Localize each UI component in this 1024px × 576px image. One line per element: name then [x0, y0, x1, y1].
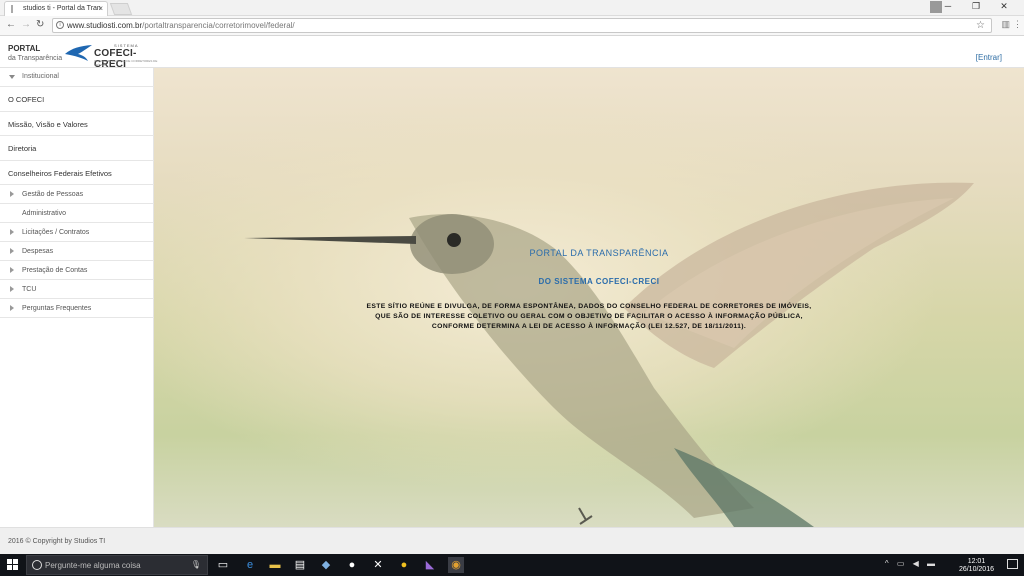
- caret-right-icon: [10, 229, 14, 235]
- back-icon[interactable]: ←: [6, 19, 16, 30]
- web-page: PORTAL da Transparência SISTEMA COFECI-C…: [0, 37, 1024, 554]
- cofeci-logo[interactable]: SISTEMA COFECI-CRECI CONSELHO FEDERAL DE…: [64, 42, 158, 70]
- caret-right-icon: [10, 267, 14, 273]
- visual-studio-icon[interactable]: ◣: [422, 557, 438, 573]
- hero-subtitle: DO SISTEMA COFECI-CRECI: [538, 277, 660, 286]
- sidebar-item-label: Gestão de Pessoas: [22, 191, 84, 198]
- hero-title: PORTAL DA TRANSPARÊNCIA: [529, 248, 669, 258]
- tab-title: studios ti - Portal da Tran: [23, 5, 101, 12]
- url-field[interactable]: i www.studiosti.com.br/portaltransparenc…: [52, 18, 992, 33]
- sidebar-item-despesas[interactable]: Despesas: [0, 242, 154, 261]
- taskbar-search-input[interactable]: Pergunte-me alguma coisa 🎙: [26, 555, 208, 575]
- sidebar-item-o-cofeci[interactable]: O COFECI: [0, 87, 154, 112]
- favicon-icon: [11, 5, 18, 13]
- sidebar-section-label: Institucional: [22, 73, 59, 80]
- sidebar-item-label: TCU: [22, 286, 37, 293]
- portal-subtitle: da Transparência: [8, 55, 63, 62]
- sidebar: Institucional O COFECI Missão, Visão e V…: [0, 68, 154, 527]
- sidebar-item-licitacoes[interactable]: Licitações / Contratos: [0, 223, 154, 242]
- url-path: /portaltransparencia/corretorimovel/fede…: [142, 21, 295, 30]
- browser-tab-bar: studios ti - Portal da Tran × ─ ❐ ✕: [0, 0, 1024, 16]
- copyright-text: 2016 © Copyright by Studios TI: [8, 538, 106, 545]
- browser-tab[interactable]: studios ti - Portal da Tran ×: [4, 1, 108, 16]
- window-controls: ─ ❐ ✕: [934, 1, 1018, 12]
- caret-down-icon: [9, 75, 15, 79]
- caret-right-icon: [10, 305, 14, 311]
- sidebar-item-diretoria[interactable]: Diretoria: [0, 136, 154, 161]
- sidebar-item-gestao-pessoas[interactable]: Gestão de Pessoas: [0, 185, 154, 204]
- reload-icon[interactable]: ↻: [36, 19, 44, 30]
- taskbar: Pergunte-me alguma coisa 🎙 ▭ e ▬ ▤ ◆ ● ✕…: [0, 554, 1024, 576]
- notification-icon[interactable]: [1007, 559, 1018, 569]
- sidebar-item-administrativo[interactable]: Administrativo: [0, 204, 154, 223]
- sidebar-item-label: Despesas: [22, 248, 54, 255]
- sidebar-item-tcu[interactable]: TCU: [0, 280, 154, 299]
- sidebar-item-label: Missão, Visão e Valores: [8, 119, 88, 129]
- bookmark-star-icon[interactable]: ☆: [976, 20, 985, 31]
- start-button[interactable]: [7, 559, 19, 571]
- sidebar-item-label: Conselheiros Federais Efetivos: [8, 168, 112, 178]
- address-bar: ← → ↻ i www.studiosti.com.br/portaltrans…: [0, 16, 1024, 36]
- info-icon[interactable]: i: [56, 21, 64, 29]
- clock-date: 26/10/2016: [958, 566, 994, 573]
- portal-title: PORTAL: [8, 44, 41, 53]
- app-icon[interactable]: ●: [396, 557, 412, 573]
- chrome-icon[interactable]: ◉: [448, 557, 464, 573]
- caret-right-icon: [10, 286, 14, 292]
- sidebar-item-prestacao-contas[interactable]: Prestação de Contas: [0, 261, 154, 280]
- url-domain: www.studiosti.com.br: [67, 21, 143, 30]
- search-placeholder: Pergunte-me alguma coisa: [45, 561, 141, 570]
- login-link[interactable]: [Entrar]: [976, 53, 1002, 62]
- sidebar-item-perguntas[interactable]: Perguntas Frequentes: [0, 299, 154, 318]
- sidebar-item-conselheiros[interactable]: Conselheiros Federais Efetivos: [0, 161, 154, 185]
- hero-text-line: CONFORME DETERMINA A LEI DE ACESSO À INF…: [431, 323, 747, 330]
- sidebar-item-missao[interactable]: Missão, Visão e Valores: [0, 112, 154, 136]
- sidebar-section-institucional[interactable]: Institucional: [0, 68, 154, 87]
- store-icon[interactable]: ▤: [292, 557, 308, 573]
- sidebar-item-label: Administrativo: [22, 210, 66, 217]
- caret-right-icon: [10, 248, 14, 254]
- edge-icon[interactable]: e: [242, 557, 258, 573]
- new-tab-button[interactable]: [109, 3, 133, 15]
- restore-icon[interactable]: ❐: [962, 1, 990, 12]
- hero-text-line: QUE SÃO DE INTERESSE COLETIVO OU GERAL C…: [375, 313, 803, 320]
- file-explorer-icon[interactable]: ▬: [267, 557, 283, 573]
- tab-close-icon[interactable]: ×: [98, 4, 103, 13]
- caret-right-icon: [10, 191, 14, 197]
- logo-tagline: CONSELHO FEDERAL DE CORRETORES DE IMÓVEI…: [94, 59, 158, 67]
- sidebar-item-label: Diretoria: [8, 144, 37, 153]
- app-icon[interactable]: ◆: [318, 557, 334, 573]
- close-window-icon[interactable]: ✕: [990, 1, 1018, 12]
- sidebar-item-label: Licitações / Contratos: [22, 229, 90, 236]
- sidebar-item-label: O COFECI: [8, 95, 45, 104]
- tools-icon[interactable]: ✕: [370, 557, 386, 573]
- portal-logo[interactable]: PORTAL da Transparência: [8, 44, 63, 63]
- clock-time: 12:01: [967, 558, 986, 565]
- clock[interactable]: 12:01 26/10/2016: [959, 558, 994, 574]
- site-footer: 2016 © Copyright by Studios TI: [0, 527, 1024, 554]
- sidebar-item-label: Perguntas Frequentes: [22, 305, 92, 312]
- cofeci-bird-icon: [65, 45, 92, 61]
- site-header: PORTAL da Transparência SISTEMA COFECI-C…: [0, 37, 1024, 70]
- extension-icon[interactable]: ▥: [1001, 19, 1010, 30]
- hero-banner: PORTAL DA TRANSPARÊNCIA DO SISTEMA COFEC…: [154, 68, 1024, 527]
- cortana-icon: [32, 560, 42, 570]
- system-tray-icons[interactable]: ^ ▭ ◀ ▬: [885, 559, 938, 568]
- forward-icon[interactable]: →: [21, 19, 31, 30]
- hero-text-line: ESTE SÍTIO REÚNE E DIVULGA, DE FORMA ESP…: [366, 303, 812, 310]
- sidebar-item-label: Prestação de Contas: [22, 267, 88, 274]
- microphone-icon[interactable]: 🎙: [191, 560, 201, 569]
- hummingbird-image: [244, 182, 974, 527]
- app-icon[interactable]: ●: [344, 557, 360, 573]
- hero-description: ESTE SÍTIO REÚNE E DIVULGA, DE FORMA ESP…: [154, 302, 1024, 332]
- minimize-icon[interactable]: ─: [934, 1, 962, 12]
- task-view-icon[interactable]: ▭: [215, 557, 231, 573]
- menu-icon[interactable]: ⋮: [1013, 19, 1022, 30]
